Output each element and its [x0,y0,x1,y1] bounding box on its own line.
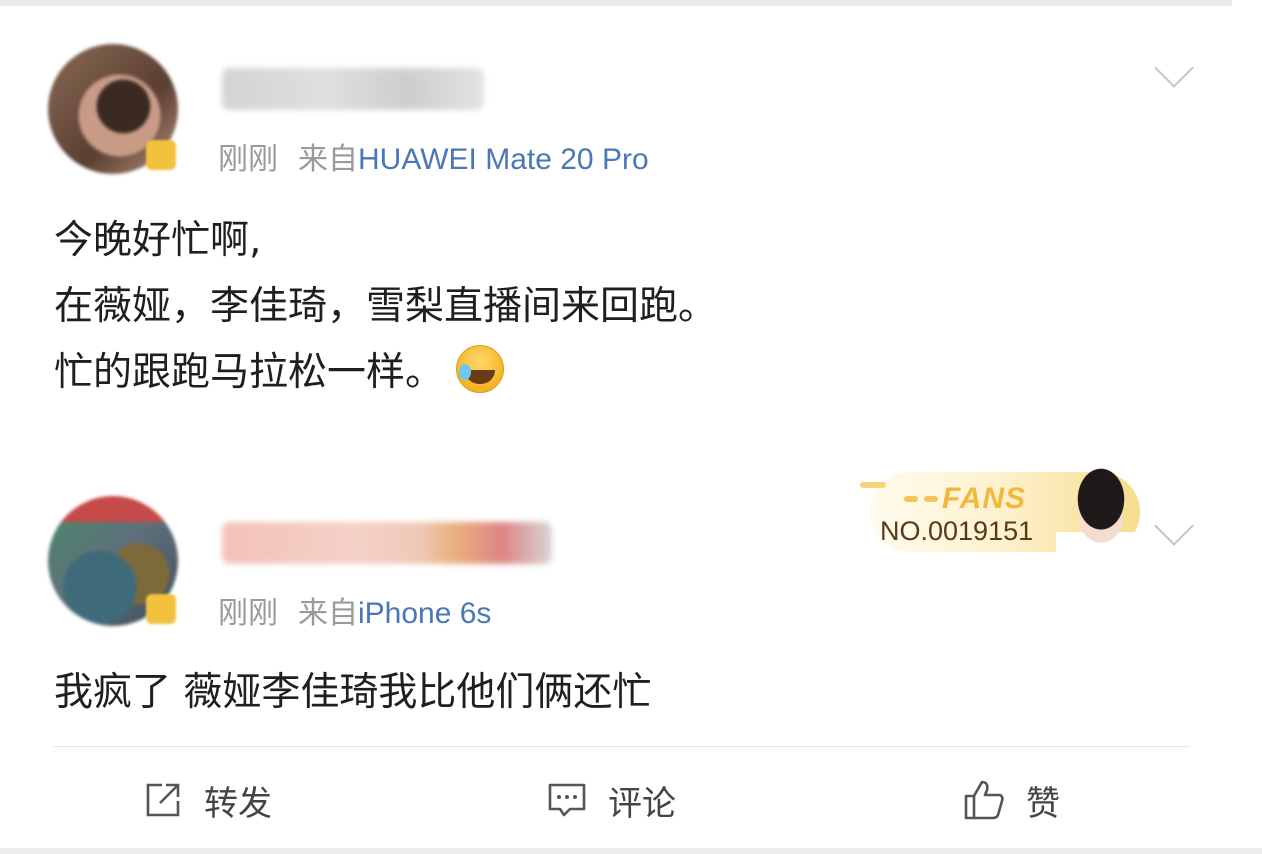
repost-icon [146,783,180,817]
comment-text: 我疯了 薇娅李佳琦我比他们俩还忙 [54,670,652,715]
chevron-down-icon[interactable] [1154,48,1194,88]
bottom-divider [0,848,1262,854]
laugh-cry-icon [456,345,505,393]
idol-portrait [1056,466,1146,558]
comment-line: 忙的跟跑马拉松一样。 [54,350,445,395]
comment-line-last: 忙的跟跑马拉松一样。 [54,340,717,406]
source-device[interactable]: iPhone 6s [358,597,491,630]
username-blurred[interactable] [222,68,484,110]
source-prefix: 来自 [298,597,358,630]
top-divider [0,0,1232,6]
comment-text: 今晚好忙啊, 在薇娅，李佳琦，雪梨直播间来回跑。 忙的跟跑马拉松一样。 [54,208,717,406]
timestamp: 刚刚 [218,597,278,630]
repost-label: 转发 [204,783,272,824]
chevron-down-icon[interactable] [1154,506,1194,546]
vip-badge-icon [146,140,176,170]
like-button[interactable]: 赞 [962,772,1060,828]
comment-button[interactable]: 评论 [546,772,676,828]
vip-badge-icon [146,594,176,624]
badge-dash [904,496,918,502]
source-device[interactable]: HUAWEI Mate 20 Pro [358,143,649,176]
fans-badge[interactable]: FANS NO.0019151 [860,466,1150,558]
badge-dash [924,496,938,502]
repost-button[interactable]: 转发 [142,772,272,828]
fans-number: NO.0019151 [880,516,1034,546]
username-blurred[interactable] [222,522,552,564]
source-prefix: 来自 [298,143,358,176]
badge-dash [860,482,886,488]
comment-meta: 刚刚 来自iPhone 6s [218,588,491,632]
action-bar-divider [54,746,1190,747]
like-label: 赞 [1026,783,1060,824]
comment-label: 评论 [608,783,676,824]
comment-icon [548,783,586,817]
comment-meta: 刚刚 来自HUAWEI Mate 20 Pro [218,134,649,178]
comment-line: 在薇娅，李佳琦，雪梨直播间来回跑。 [54,284,718,329]
fans-label: FANS [942,482,1027,515]
timestamp: 刚刚 [218,143,278,176]
like-icon [964,780,1004,820]
comment-line: 今晚好忙啊, [54,218,262,263]
